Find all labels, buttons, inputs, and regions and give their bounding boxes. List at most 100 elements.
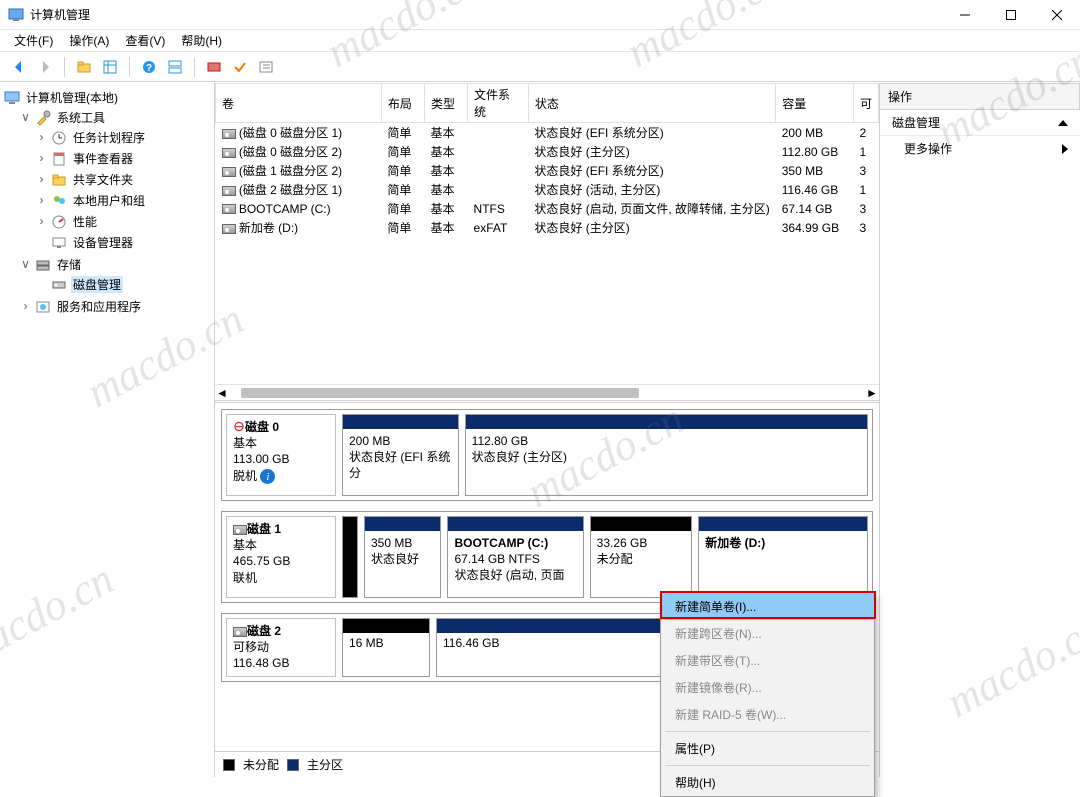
partition-body: 16 MB: [343, 633, 429, 653]
event-icon: [51, 151, 67, 167]
partition-body: 112.80 GB状态良好 (主分区): [466, 429, 867, 469]
expand-icon[interactable]: ›: [36, 131, 47, 145]
cm-help[interactable]: 帮助(H): [661, 769, 874, 796]
col-volume[interactable]: 卷: [216, 84, 382, 123]
disk-icon: [51, 277, 67, 293]
toolbar-separator: [64, 57, 65, 77]
tree-disk-management[interactable]: 磁盘管理: [34, 275, 212, 294]
disk-row[interactable]: ⊖磁盘 0基本113.00 GB脱机 i200 MB状态良好 (EFI 系统分1…: [221, 409, 873, 501]
partition[interactable]: 200 MB状态良好 (EFI 系统分: [342, 414, 459, 496]
list-icon[interactable]: [255, 56, 277, 78]
scrollbar-thumb[interactable]: [241, 388, 639, 398]
tree-device-manager[interactable]: 设备管理器: [34, 233, 212, 252]
col-status[interactable]: 状态: [528, 84, 775, 123]
disk-row[interactable]: 磁盘 1基本465.75 GB联机 350 MB状态良好BOOTCAMP (C:)…: [221, 511, 873, 603]
partition[interactable]: 16 MB: [342, 618, 430, 677]
partition[interactable]: BOOTCAMP (C:)67.14 GB NTFS状态良好 (启动, 页面: [447, 516, 583, 598]
expand-icon[interactable]: ›: [36, 152, 47, 166]
partition[interactable]: 350 MB状态良好: [364, 516, 441, 598]
check-icon[interactable]: [229, 56, 251, 78]
expand-icon[interactable]: ›: [36, 194, 47, 208]
cm-new-simple-volume[interactable]: 新建简单卷(I)...: [661, 593, 874, 620]
cm-new-striped-volume: 新建带区卷(T)...: [661, 647, 874, 674]
tree-label: 事件查看器: [71, 150, 135, 167]
close-button[interactable]: [1034, 0, 1080, 30]
menu-view[interactable]: 查看(V): [117, 30, 173, 51]
volume-list[interactable]: 卷 布局 类型 文件系统 状态 容量 可 (磁盘 0 磁盘分区 1)简单基本状态…: [215, 83, 879, 403]
disk-label[interactable]: ⊖磁盘 0基本113.00 GB脱机 i: [226, 414, 336, 496]
view-button[interactable]: [99, 56, 121, 78]
table-row[interactable]: (磁盘 0 磁盘分区 1)简单基本状态良好 (EFI 系统分区)200 MB2: [216, 123, 879, 143]
expand-icon[interactable]: ›: [36, 215, 47, 229]
partition[interactable]: 33.26 GB未分配: [590, 516, 693, 598]
table-header-row: 卷 布局 类型 文件系统 状态 容量 可: [216, 84, 879, 123]
partition[interactable]: [342, 516, 358, 598]
tree-label: 共享文件夹: [71, 171, 135, 188]
menu-file[interactable]: 文件(F): [6, 30, 61, 51]
collapse-icon[interactable]: ∨: [20, 257, 31, 272]
col-type[interactable]: 类型: [424, 84, 467, 123]
partition-body: BOOTCAMP (C:)67.14 GB NTFS状态良好 (启动, 页面: [448, 531, 582, 588]
legend-label-unallocated: 未分配: [243, 756, 279, 773]
forward-button[interactable]: [34, 56, 56, 78]
actions-section-disk-mgmt[interactable]: 磁盘管理: [880, 110, 1080, 136]
table-row[interactable]: (磁盘 2 磁盘分区 1)简单基本状态良好 (活动, 主分区)116.46 GB…: [216, 180, 879, 199]
volume-icon: [222, 186, 236, 196]
disk-label[interactable]: 磁盘 1基本465.75 GB联机: [226, 516, 336, 598]
expand-icon[interactable]: ›: [20, 300, 31, 314]
disk-label[interactable]: 磁盘 2可移动116.48 GB: [226, 618, 336, 677]
col-capacity[interactable]: 容量: [776, 84, 854, 123]
col-free[interactable]: 可: [853, 84, 878, 123]
tree-performance[interactable]: ›性能: [34, 212, 212, 231]
settings-icon[interactable]: [203, 56, 225, 78]
col-layout[interactable]: 布局: [381, 84, 424, 123]
actions-more[interactable]: 更多操作: [880, 136, 1080, 161]
collapse-icon[interactable]: ∨: [20, 110, 31, 125]
partition-bar: [343, 517, 357, 597]
tree-event-viewer[interactable]: › 事件查看器: [34, 149, 212, 168]
info-icon[interactable]: i: [260, 469, 275, 484]
tree-pane[interactable]: 计算机管理(本地) ∨ 系统工具 ›任务计划程序 › 事件查看器: [0, 83, 215, 777]
tree-local-users[interactable]: › 本地用户和组: [34, 191, 212, 210]
tree-system-tools[interactable]: ∨ 系统工具: [18, 108, 212, 127]
partition-bar: [699, 517, 867, 531]
scroll-right-icon[interactable]: ►: [865, 386, 879, 400]
partition-body: 200 MB状态良好 (EFI 系统分: [343, 429, 458, 486]
cm-new-mirror-volume: 新建镜像卷(R)...: [661, 674, 874, 701]
cm-new-spanned-volume: 新建跨区卷(N)...: [661, 620, 874, 647]
tree-services-apps[interactable]: › 服务和应用程序: [18, 297, 212, 316]
legend-label-primary: 主分区: [307, 756, 343, 773]
layout-button[interactable]: [164, 56, 186, 78]
context-menu: 新建简单卷(I)... 新建跨区卷(N)... 新建带区卷(T)... 新建镜像…: [660, 592, 875, 797]
actions-header: 操作: [880, 83, 1080, 110]
up-button[interactable]: [73, 56, 95, 78]
cm-properties[interactable]: 属性(P): [661, 735, 874, 762]
maximize-button[interactable]: [988, 0, 1034, 30]
tree-shared-folders[interactable]: › 共享文件夹: [34, 170, 212, 189]
horizontal-scrollbar[interactable]: ◄ ►: [215, 384, 879, 400]
table-row[interactable]: (磁盘 0 磁盘分区 2)简单基本状态良好 (主分区)112.80 GB1: [216, 142, 879, 161]
partition[interactable]: 新加卷 (D:): [698, 516, 868, 598]
table-row[interactable]: 新加卷 (D:)简单基本exFAT状态良好 (主分区)364.99 GB3: [216, 218, 879, 237]
tree-root[interactable]: 计算机管理(本地): [2, 88, 212, 107]
menu-action[interactable]: 操作(A): [61, 30, 117, 51]
table-row[interactable]: BOOTCAMP (C:)简单基本NTFS状态良好 (启动, 页面文件, 故障转…: [216, 199, 879, 218]
tree-label: 存储: [55, 256, 83, 273]
help-button[interactable]: ?: [138, 56, 160, 78]
partition[interactable]: 112.80 GB状态良好 (主分区): [465, 414, 868, 496]
col-fs[interactable]: 文件系统: [468, 84, 529, 123]
tree-label: 本地用户和组: [71, 192, 147, 209]
table-row[interactable]: (磁盘 1 磁盘分区 2)简单基本状态良好 (EFI 系统分区)350 MB3: [216, 161, 879, 180]
partition-bar: [466, 415, 867, 429]
minimize-button[interactable]: [942, 0, 988, 30]
volume-icon: [222, 224, 236, 234]
tree-task-scheduler[interactable]: ›任务计划程序: [34, 128, 212, 147]
menu-help[interactable]: 帮助(H): [173, 30, 230, 51]
tree-label: 磁盘管理: [71, 276, 123, 293]
context-menu-separator: [665, 731, 870, 732]
scroll-left-icon[interactable]: ◄: [215, 386, 229, 400]
expand-icon[interactable]: ›: [36, 173, 47, 187]
tree-storage[interactable]: ∨ 存储: [18, 255, 212, 274]
back-button[interactable]: [8, 56, 30, 78]
storage-icon: [35, 257, 51, 273]
